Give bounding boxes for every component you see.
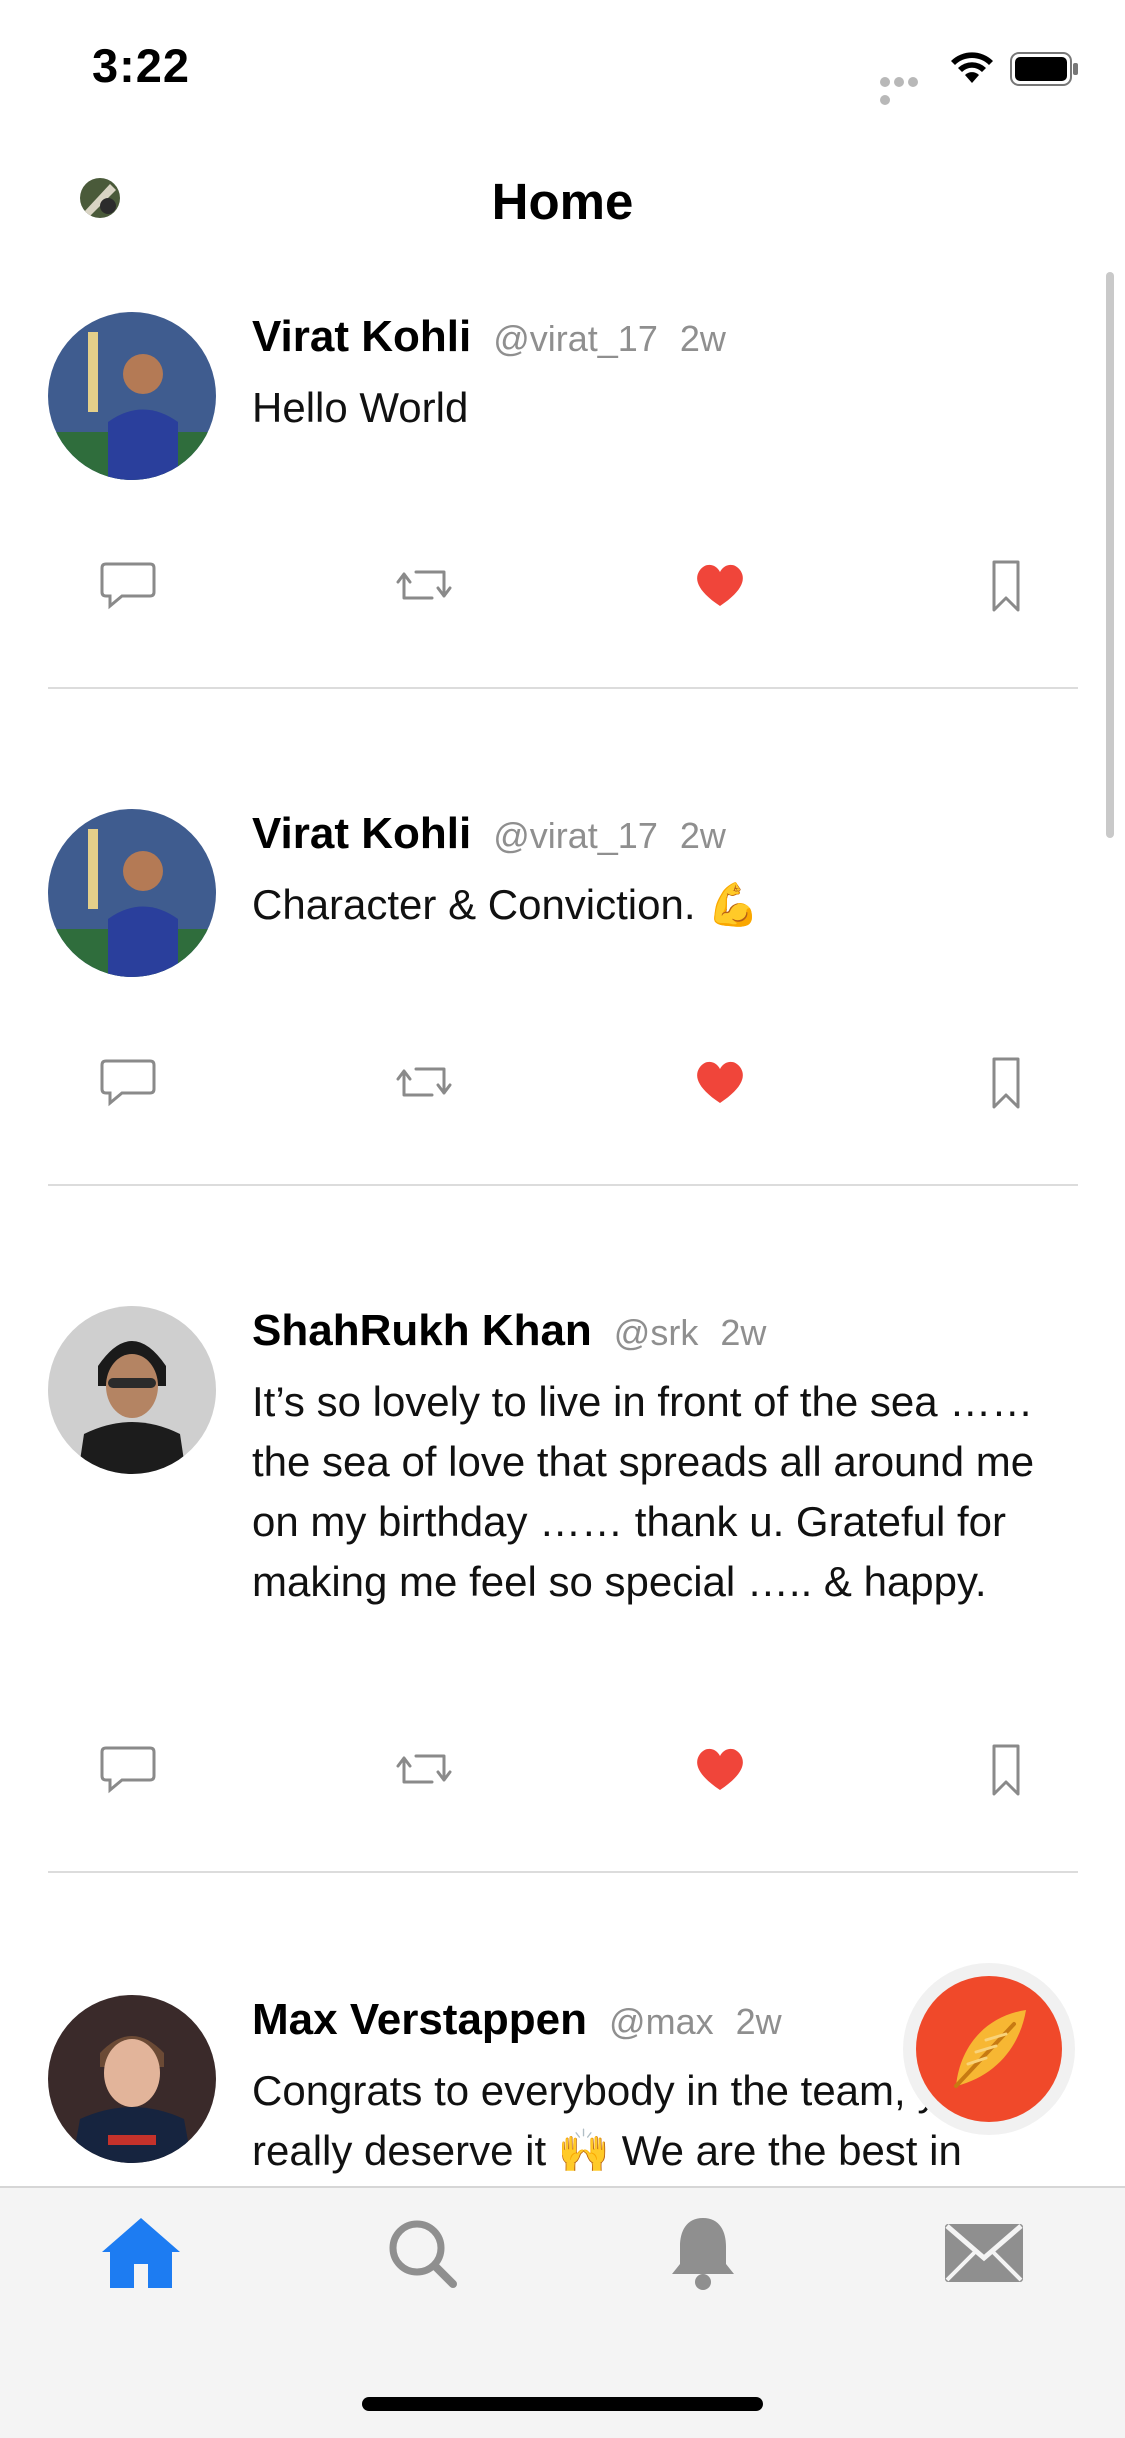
status-time: 3:22 <box>92 39 191 92</box>
tweet-text: Character & Conviction. 💪 <box>252 881 760 928</box>
tweet-handle: @max <box>609 2001 714 2042</box>
tweet-author-name[interactable]: Virat Kohli <box>252 809 471 858</box>
tweet-author-name[interactable]: Max Verstappen <box>252 1995 587 2044</box>
page-title: Home <box>491 173 634 230</box>
tweet-actions <box>0 1742 1125 1802</box>
heart-icon[interactable] <box>690 1055 750 1111</box>
comment-icon[interactable] <box>98 1742 158 1798</box>
heart-icon[interactable] <box>690 558 750 614</box>
tweet-timestamp: 2w <box>679 815 726 856</box>
retweet-icon[interactable] <box>394 558 454 614</box>
comment-icon[interactable] <box>98 558 158 614</box>
bell-icon <box>672 2218 734 2290</box>
envelope-icon <box>945 2224 1023 2282</box>
divider <box>48 1871 1078 1873</box>
tab-home[interactable] <box>96 2212 186 2292</box>
tweet-header: Virat Kohli @virat_17 2w <box>252 809 726 859</box>
tweet-author-name[interactable]: Virat Kohli <box>252 312 471 361</box>
scrollbar[interactable] <box>1106 272 1114 838</box>
tab-notifications[interactable] <box>658 2212 748 2292</box>
tweet-handle: @srk <box>613 1312 699 1353</box>
tweet-text: Hello World <box>252 384 469 431</box>
comment-icon[interactable] <box>98 1055 158 1111</box>
tweet-text: It’s so lovely to live in front of the s… <box>252 1378 1035 1605</box>
divider <box>48 1184 1078 1186</box>
home-icon <box>102 2218 180 2288</box>
tweet-timestamp: 2w <box>735 2001 782 2042</box>
heart-icon[interactable] <box>690 1742 750 1798</box>
bookmark-icon[interactable] <box>976 1742 1036 1798</box>
retweet-icon[interactable] <box>394 1055 454 1111</box>
retweet-icon[interactable] <box>394 1742 454 1798</box>
bookmark-icon[interactable] <box>976 1055 1036 1111</box>
home-indicator[interactable] <box>362 2397 763 2411</box>
tweet-header: Virat Kohli @virat_17 2w <box>252 312 726 362</box>
tweet-author-name[interactable]: ShahRukh Khan <box>252 1306 592 1355</box>
search-icon <box>389 2220 457 2288</box>
status-bar: 3:22 <box>0 0 1125 135</box>
avatar[interactable] <box>48 809 216 977</box>
compose-button[interactable] <box>903 1963 1075 2135</box>
feather-icon <box>954 2010 1026 2088</box>
tab-messages[interactable] <box>939 2212 1029 2292</box>
tweet-actions <box>0 1055 1125 1115</box>
tweet-timestamp: 2w <box>720 1312 767 1353</box>
nav-header: Home <box>0 150 1125 250</box>
tweet-actions <box>0 558 1125 618</box>
avatar[interactable] <box>48 312 216 480</box>
battery-icon <box>1010 52 1080 86</box>
bookmark-icon[interactable] <box>976 558 1036 614</box>
tweet-timestamp: 2w <box>679 318 726 359</box>
tweet-handle: @virat_17 <box>493 318 658 359</box>
tweet-header: Max Verstappen @max 2w <box>252 1995 782 2045</box>
avatar[interactable] <box>48 1306 216 1474</box>
tweet-handle: @virat_17 <box>493 815 658 856</box>
tweet-header: ShahRukh Khan @srk 2w <box>252 1306 766 1356</box>
divider <box>48 687 1078 689</box>
cellular-signal-icon <box>880 74 932 105</box>
wifi-icon <box>948 50 996 86</box>
tab-search[interactable] <box>377 2212 467 2292</box>
avatar[interactable] <box>48 1995 216 2163</box>
